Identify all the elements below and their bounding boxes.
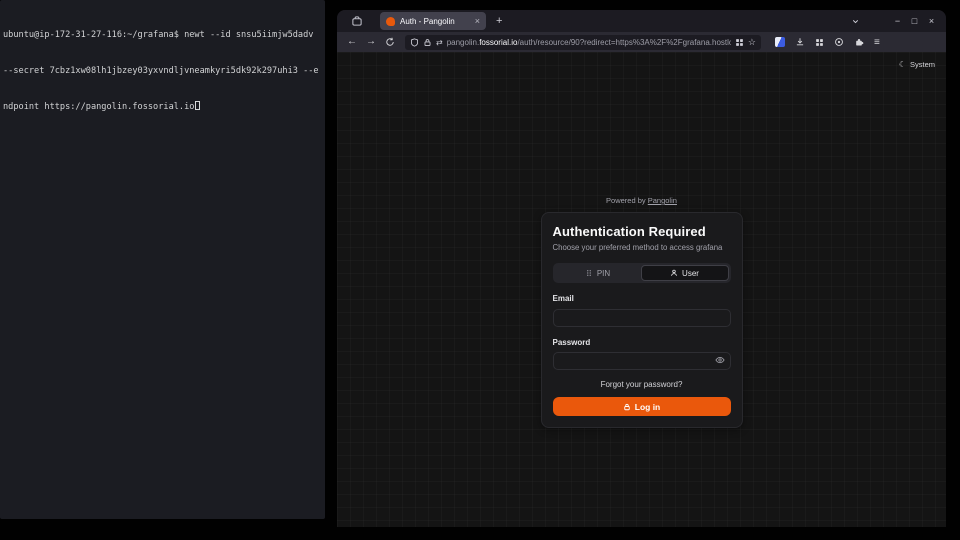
auth-column: Powered by Pangolin Authentication Requi… (541, 196, 743, 428)
theme-label: System (910, 60, 935, 69)
window-minimize-button[interactable]: − (889, 16, 906, 26)
login-button-label: Log in (635, 402, 661, 412)
browser-window: Auth - Pangolin × + − □ × ← → (337, 10, 946, 527)
password-input[interactable] (553, 352, 731, 370)
terminal-line: ndpoint https://pangolin.fossorial.io (3, 101, 322, 113)
tab-title: Auth - Pangolin (400, 17, 470, 26)
keypad-icon (585, 269, 593, 277)
window-close-button[interactable]: × (923, 16, 940, 26)
password-field-wrap (553, 351, 731, 371)
tab-pin[interactable]: PIN (555, 265, 641, 281)
new-tab-button[interactable]: + (496, 15, 502, 27)
url-text: pangolin.fossorial.io/auth/resource/90?r… (447, 38, 731, 47)
tab-bar: Auth - Pangolin × + − □ × (337, 10, 946, 32)
grid-extension-icon[interactable] (815, 38, 824, 47)
auth-method-tabs: PIN User (553, 263, 731, 283)
card-subtitle: Choose your preferred method to access g… (553, 243, 731, 252)
toolbar-extensions: ≡ (775, 37, 880, 48)
auth-card: Authentication Required Choose your pref… (541, 212, 743, 428)
lock-icon[interactable] (423, 38, 432, 47)
login-button[interactable]: Log in (553, 397, 731, 416)
page-content: ☾ System Powered by Pangolin Authenticat… (337, 52, 946, 527)
extensions-puzzle-icon[interactable] (854, 37, 864, 47)
powered-by: Powered by Pangolin (541, 196, 743, 205)
theme-toggle[interactable]: ☾ System (899, 60, 935, 69)
forward-button[interactable]: → (366, 37, 376, 47)
pangolin-favicon-icon (386, 17, 395, 26)
card-title: Authentication Required (553, 224, 731, 239)
list-tabs-chevron-icon[interactable] (851, 17, 867, 26)
shield-icon[interactable] (410, 38, 419, 47)
reload-button[interactable] (385, 37, 396, 48)
tab-user[interactable]: User (641, 265, 729, 281)
url-bar[interactable]: ⇄ pangolin.fossorial.io/auth/resource/90… (405, 35, 761, 50)
email-field-wrap (553, 307, 731, 327)
downloads-icon[interactable] (795, 37, 805, 47)
show-password-eye-icon[interactable] (715, 355, 725, 365)
blue-extension-icon[interactable] (775, 37, 785, 47)
back-button[interactable]: ← (347, 37, 357, 47)
tab-pin-label: PIN (597, 269, 610, 278)
terminal-window[interactable]: ubuntu@ip-172-31-27-116:~/grafana$ newt … (0, 0, 325, 519)
terminal-line: ubuntu@ip-172-31-27-116:~/grafana$ newt … (3, 29, 322, 41)
tab-user-label: User (682, 269, 699, 278)
hamburger-menu-icon[interactable]: ≡ (874, 37, 880, 48)
firefox-view-icon[interactable] (350, 14, 364, 28)
tab-auth-pangolin[interactable]: Auth - Pangolin × (380, 12, 486, 30)
password-label: Password (553, 338, 731, 347)
browser-toolbar: ← → ⇄ pangolin.fossorial.io/auth/resourc (337, 32, 946, 52)
email-input[interactable] (553, 309, 731, 327)
email-label: Email (553, 294, 731, 303)
moon-icon: ☾ (899, 60, 906, 69)
forgot-password-link[interactable]: Forgot your password? (553, 380, 731, 389)
pangolin-link[interactable]: Pangolin (648, 196, 677, 205)
container-squares-icon[interactable] (735, 38, 744, 47)
user-icon (670, 269, 678, 277)
tab-close-icon[interactable]: × (475, 17, 480, 26)
terminal-cursor (195, 101, 200, 110)
circle-extension-icon[interactable] (834, 37, 844, 47)
window-maximize-button[interactable]: □ (906, 16, 923, 26)
bookmark-star-icon[interactable]: ☆ (748, 37, 756, 48)
terminal-line: --secret 7cbz1xw08lh1jbzey03yxvndljvneam… (3, 65, 322, 77)
permissions-switch-icon[interactable]: ⇄ (436, 38, 443, 47)
